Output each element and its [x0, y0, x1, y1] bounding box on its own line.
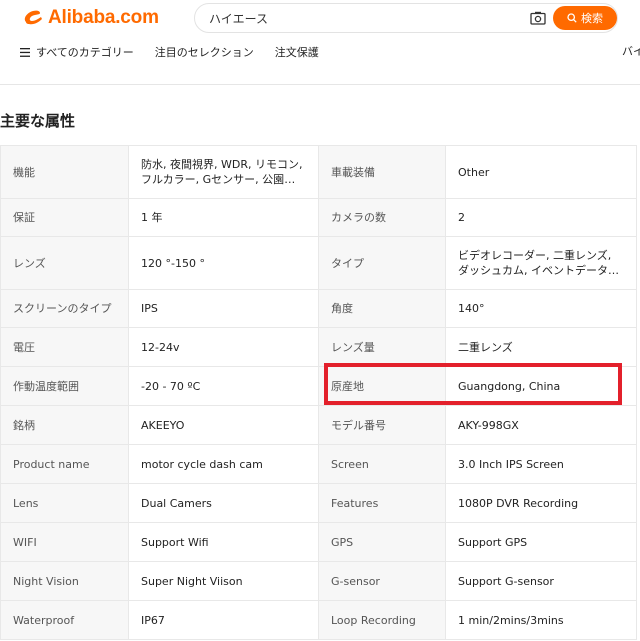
nav-item-label: 注目のセレクション — [154, 46, 254, 59]
search-button-label: 検索 — [581, 12, 603, 25]
attr-key: Waterproof — [0, 600, 129, 640]
table-row: 保証 1 年 カメラの数 2 — [0, 198, 637, 237]
attr-value: AKY-998GX — [445, 405, 637, 445]
table-row: WIFI Support Wifi GPS Support GPS — [0, 522, 637, 562]
attr-value: IP67 — [128, 600, 319, 640]
nav-featured-selections[interactable]: 注目のセレクション — [155, 44, 254, 60]
table-row: Lens Dual Camers Features 1080P DVR Reco… — [0, 483, 637, 523]
table-row: レンズ 120 °-150 ° タイプ ビデオレコーダー, 二重レンズ, ダッシ… — [0, 236, 637, 290]
search-button[interactable]: 検索 — [553, 6, 617, 30]
attr-value: 1 年 — [128, 198, 319, 237]
attr-key: スクリーンのタイプ — [0, 289, 129, 328]
table-row: 作動温度範囲 -20 - 70 ºC 原産地 Guangdong, China — [0, 366, 637, 406]
attr-value: 防水, 夜間視界, WDR, リモコン, フルカラー, Gセンサー, 公園モー… — [128, 145, 319, 199]
attr-value: 140° — [445, 289, 637, 328]
attr-value: Support G-sensor — [445, 561, 637, 601]
header-divider — [0, 84, 640, 85]
attr-key: WIFI — [0, 522, 129, 562]
attr-key: 作動温度範囲 — [0, 366, 129, 406]
attr-key: Features — [318, 483, 446, 523]
attr-key: 電圧 — [0, 327, 129, 367]
alibaba-logo-icon — [24, 10, 42, 25]
table-row: Product name motor cycle dash cam Screen… — [0, 444, 637, 484]
attr-value-text: 防水, 夜間視界, WDR, リモコン, フルカラー, Gセンサー, 公園モー… — [141, 158, 303, 186]
section-title: 主要な属性 — [0, 112, 76, 130]
attr-value: 12-24v — [128, 327, 319, 367]
attr-value: 120 °-150 ° — [128, 236, 319, 290]
attr-key: カメラの数 — [318, 198, 446, 237]
search-input[interactable] — [209, 4, 509, 32]
attr-key: Lens — [0, 483, 129, 523]
attr-value: 二重レンズ — [445, 327, 637, 367]
menu-icon — [20, 47, 30, 57]
nav-all-categories[interactable]: すべてのカテゴリー — [20, 44, 134, 60]
attr-key: Night Vision — [0, 561, 129, 601]
attr-key: 角度 — [318, 289, 446, 328]
logo-text: Alibaba.com — [48, 7, 159, 28]
table-row: 機能 防水, 夜間視界, WDR, リモコン, フルカラー, Gセンサー, 公園… — [0, 145, 637, 199]
attr-value: IPS — [128, 289, 319, 328]
attr-value: motor cycle dash cam — [128, 444, 319, 484]
search-bar: 検索 — [194, 3, 618, 33]
table-row: Night Vision Super Night Viison G-sensor… — [0, 561, 637, 601]
attr-key: 車載装備 — [318, 145, 446, 199]
attr-key: 銘柄 — [0, 405, 129, 445]
attr-value: Super Night Viison — [128, 561, 319, 601]
attr-value: Support GPS — [445, 522, 637, 562]
attr-key: G-sensor — [318, 561, 446, 601]
attr-value: 3.0 Inch IPS Screen — [445, 444, 637, 484]
attr-value: Support Wifi — [128, 522, 319, 562]
attr-key: 原産地 — [318, 366, 446, 406]
table-row: スクリーンのタイプ IPS 角度 140° — [0, 289, 637, 328]
nav-item-label: 注文保護 — [274, 46, 319, 59]
attr-key: Screen — [318, 444, 446, 484]
attr-key: タイプ — [318, 236, 446, 290]
attr-key: レンズ量 — [318, 327, 446, 367]
attr-key: GPS — [318, 522, 446, 562]
nav-bar: すべてのカテゴリー 注目のセレクション 注文保護 — [20, 43, 340, 61]
attr-value: ビデオレコーダー, 二重レンズ, ダッシュカム, イベントデータレコ… — [445, 236, 637, 290]
attributes-table: 機能 防水, 夜間視界, WDR, リモコン, フルカラー, Gセンサー, 公園… — [0, 145, 637, 640]
attr-value: 2 — [445, 198, 637, 237]
table-row: 電圧 12-24v レンズ量 二重レンズ — [0, 327, 637, 367]
image-search-icon[interactable] — [530, 11, 546, 25]
nav-overflow-item[interactable]: バイ — [622, 43, 640, 59]
alibaba-logo[interactable]: Alibaba.com — [22, 7, 159, 29]
table-row: 銘柄 AKEEYO モデル番号 AKY-998GX — [0, 405, 637, 445]
attr-value: 1 min/2mins/3mins — [445, 600, 637, 640]
attr-value: AKEEYO — [128, 405, 319, 445]
attr-value: 1080P DVR Recording — [445, 483, 637, 523]
attr-key: 機能 — [0, 145, 129, 199]
header: Alibaba.com 検索 すべてのカテゴリー 注目のセレクション — [0, 0, 640, 72]
attr-value: Other — [445, 145, 637, 199]
attr-key: Product name — [0, 444, 129, 484]
attr-key: レンズ — [0, 236, 129, 290]
nav-item-label: すべてのカテゴリー — [36, 46, 134, 59]
attr-value: Dual Camers — [128, 483, 319, 523]
nav-order-protection[interactable]: 注文保護 — [275, 44, 319, 60]
search-icon — [567, 13, 577, 23]
attr-value: -20 - 70 ºC — [128, 366, 319, 406]
table-row: Waterproof IP67 Loop Recording 1 min/2mi… — [0, 600, 637, 640]
attr-key: モデル番号 — [318, 405, 446, 445]
attr-key: Loop Recording — [318, 600, 446, 640]
attr-value-text: ビデオレコーダー, 二重レンズ, ダッシュカム, イベントデータレコ… — [458, 249, 619, 277]
attr-value: Guangdong, China — [445, 366, 637, 406]
attr-key: 保証 — [0, 198, 129, 237]
